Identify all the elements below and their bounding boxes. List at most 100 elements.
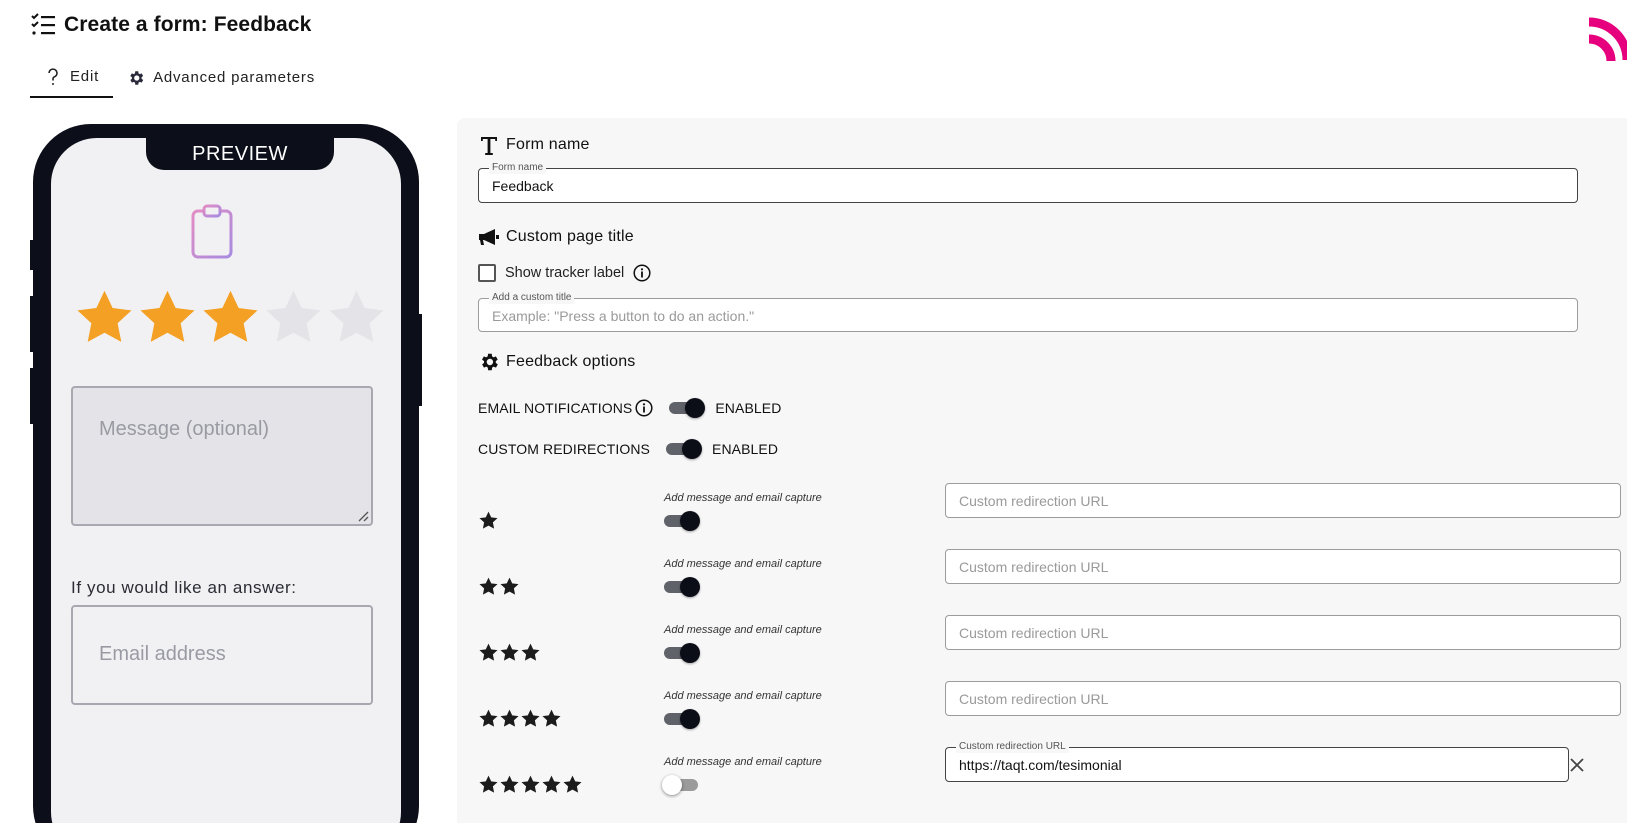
phone-side-button [30, 240, 36, 270]
redirection-url-value: https://taqt.com/tesimonial [959, 757, 1122, 773]
info-icon[interactable] [633, 264, 651, 282]
rating-row-5-stars: Add message and email capture Custom red… [478, 740, 1618, 816]
email-notifications-label: EMAIL NOTIFICATIONS [478, 400, 633, 416]
capture-label: Add message and email capture [664, 756, 822, 768]
star-icon [479, 775, 498, 793]
toggle-knob [662, 775, 682, 795]
phone-side-button [30, 368, 36, 424]
capture-label: Add message and email capture [664, 558, 822, 570]
email-notifications-row: EMAIL NOTIFICATIONS ENABLED [478, 397, 781, 419]
star-icon [500, 643, 519, 661]
clipboard-icon [191, 204, 233, 259]
email-placeholder: Email address [99, 643, 226, 665]
toggle-knob [680, 577, 700, 597]
tracker-label-checkbox[interactable] [478, 264, 496, 282]
custom-title-legend: Add a custom title [489, 291, 575, 304]
message-placeholder: Message (optional) [99, 418, 270, 440]
tab-edit[interactable]: Edit [30, 63, 114, 98]
rating-row-3-stars: Add message and email capture Custom red… [478, 615, 1621, 684]
capture-setting: Add message and email capture [662, 756, 822, 801]
email-notifications-state: ENABLED [715, 400, 782, 416]
text-t-icon [478, 134, 500, 156]
capture-toggle[interactable] [664, 510, 700, 532]
preview-label: PREVIEW [192, 142, 288, 165]
feedback-options-heading-text: Feedback options [506, 353, 636, 370]
rating-stars [478, 774, 583, 795]
capture-toggle[interactable] [664, 642, 700, 664]
star-icon [500, 709, 519, 727]
form-name-heading: Form name [478, 134, 590, 156]
email-input[interactable]: Email address [71, 605, 373, 705]
tab-advanced-parameters[interactable]: Advanced parameters [113, 63, 329, 98]
toggle-knob [685, 398, 706, 418]
capture-toggle[interactable] [664, 576, 700, 598]
phone-notch: PREVIEW [146, 138, 334, 170]
message-textarea[interactable]: Message (optional) [71, 386, 373, 526]
star-icon [542, 709, 561, 727]
checklist-icon [31, 13, 55, 35]
form-name-legend: Form name [489, 161, 547, 174]
form-name-field[interactable]: Form name Feedback [478, 161, 1578, 203]
redirection-url-placeholder: Custom redirection URL [959, 559, 1109, 575]
toggle-knob [680, 709, 700, 729]
redirection-url-input[interactable]: Custom redirection URL [945, 483, 1621, 518]
redirection-url-input[interactable]: Custom redirection URL [945, 681, 1621, 716]
redirection-url-placeholder: Custom redirection URL [959, 691, 1109, 707]
brand-logo [1588, 17, 1627, 62]
star-icon [479, 511, 498, 529]
capture-toggle[interactable] [662, 774, 698, 796]
redirection-url-input[interactable]: Custom redirection URL [945, 615, 1621, 650]
star-icon [479, 709, 498, 727]
resize-grip-icon[interactable] [355, 508, 369, 522]
redirection-url-legend: Custom redirection URL [956, 740, 1069, 753]
rating-stars [478, 510, 499, 531]
custom-redirections-label: CUSTOM REDIRECTIONS [478, 441, 650, 457]
star-icon [521, 643, 540, 661]
star-icon [542, 775, 561, 793]
preview-rating-stars [73, 286, 388, 349]
capture-setting: Add message and email capture [664, 558, 822, 603]
redirection-url-placeholder: Custom redirection URL [959, 625, 1109, 641]
capture-toggle[interactable] [664, 708, 700, 730]
toggle-knob [680, 643, 700, 663]
tracker-label-row: Show tracker label [478, 264, 651, 282]
capture-setting: Add message and email capture [664, 624, 822, 669]
email-notifications-toggle[interactable] [669, 397, 706, 419]
custom-redirections-state: ENABLED [712, 441, 779, 457]
redirection-url-input[interactable]: Custom redirection URL [945, 549, 1621, 584]
tab-advanced-parameters-label: Advanced parameters [153, 69, 316, 86]
custom-redirections-row: CUSTOM REDIRECTIONS ENABLED [478, 438, 778, 460]
star-icon [500, 577, 519, 595]
star-empty-icon [266, 290, 321, 342]
capture-label: Add message and email capture [664, 624, 822, 636]
capture-setting: Add message and email capture [664, 690, 822, 735]
capture-label: Add message and email capture [664, 690, 822, 702]
star-icon [521, 775, 540, 793]
tab-edit-label: Edit [70, 68, 100, 85]
rating-stars [478, 642, 541, 663]
close-icon[interactable] [1568, 756, 1586, 774]
toggle-knob [682, 439, 702, 459]
megaphone-icon [478, 226, 500, 248]
custom-page-title-heading: Custom page title [478, 226, 634, 248]
form-name-value: Feedback [492, 178, 554, 194]
phone-preview: PREVIEW Message (optional) If you would … [30, 124, 422, 823]
capture-setting: Add message and email capture [664, 492, 822, 537]
custom-redirections-toggle[interactable] [666, 438, 702, 460]
rating-row-2-stars: Add message and email capture Custom red… [478, 549, 1621, 618]
question-mark-icon [44, 67, 62, 86]
gear-icon [478, 351, 500, 373]
tab-bar: Edit Advanced parameters [30, 63, 329, 98]
star-icon [479, 643, 498, 661]
redirection-url-input[interactable]: Custom redirection URL https://taqt.com/… [945, 740, 1569, 782]
rating-row-1-star: Add message and email capture Custom red… [478, 483, 1621, 552]
phone-side-button [416, 314, 422, 406]
toggle-knob [680, 511, 700, 531]
info-icon[interactable] [635, 399, 653, 417]
custom-title-field[interactable]: Add a custom title Example: "Press a but… [478, 291, 1578, 332]
page-title: Create a form: Feedback [64, 13, 312, 36]
feedback-options-heading: Feedback options [478, 351, 636, 373]
capture-label: Add message and email capture [664, 492, 822, 504]
gear-icon [127, 69, 145, 87]
page-header: Create a form: Feedback [30, 12, 311, 38]
